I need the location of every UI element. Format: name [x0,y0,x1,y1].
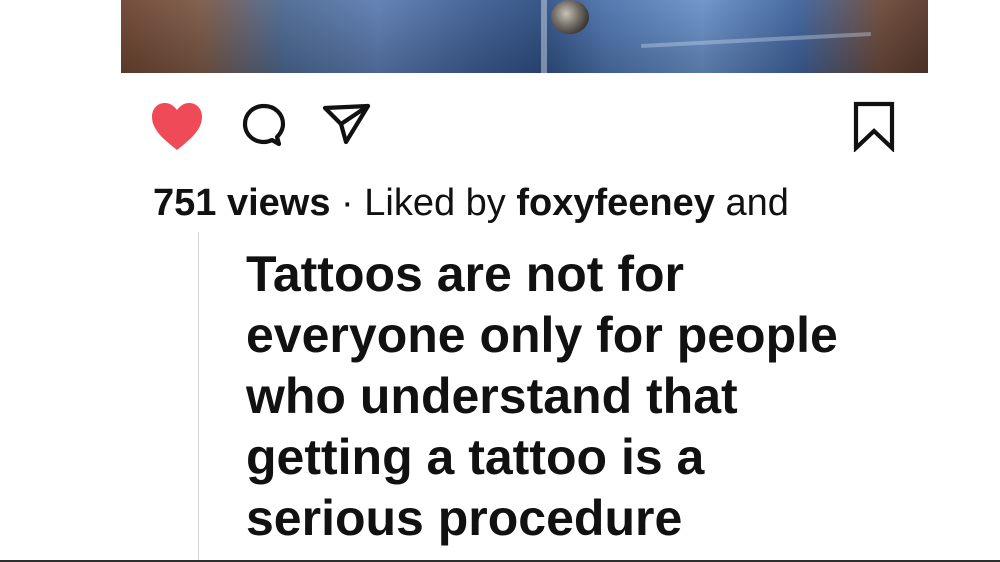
paper-plane-icon[interactable] [321,100,373,146]
comment-icon[interactable] [240,101,288,151]
caption-quote-panel: Tattoos are not for everyone only for pe… [198,232,1000,562]
liked-by-suffix: and [725,182,789,224]
views-and-likes-line: 751 views · Liked by foxyfeeney and [153,180,789,226]
caption-line: Tattoos are not for [246,246,684,302]
view-count[interactable]: 751 views [153,182,330,224]
heart-icon[interactable] [148,100,206,154]
caption-line: getting a tattoo is a [246,429,705,485]
meta-separator: · [341,182,354,224]
jeans-button [551,0,589,34]
post-image[interactable] [121,0,928,73]
liked-by-user-link[interactable]: foxyfeeney [516,182,715,224]
caption-line: everyone only for people [246,307,838,363]
caption-line: who understand that [246,368,738,424]
bookmark-icon[interactable] [851,100,897,152]
caption-line: serious procedure [246,490,683,546]
caption-quote: Tattoos are not for everyone only for pe… [246,244,926,549]
denim-seam [541,0,547,73]
post-actions [0,98,1000,154]
liked-by-prefix: Liked by [364,182,506,224]
